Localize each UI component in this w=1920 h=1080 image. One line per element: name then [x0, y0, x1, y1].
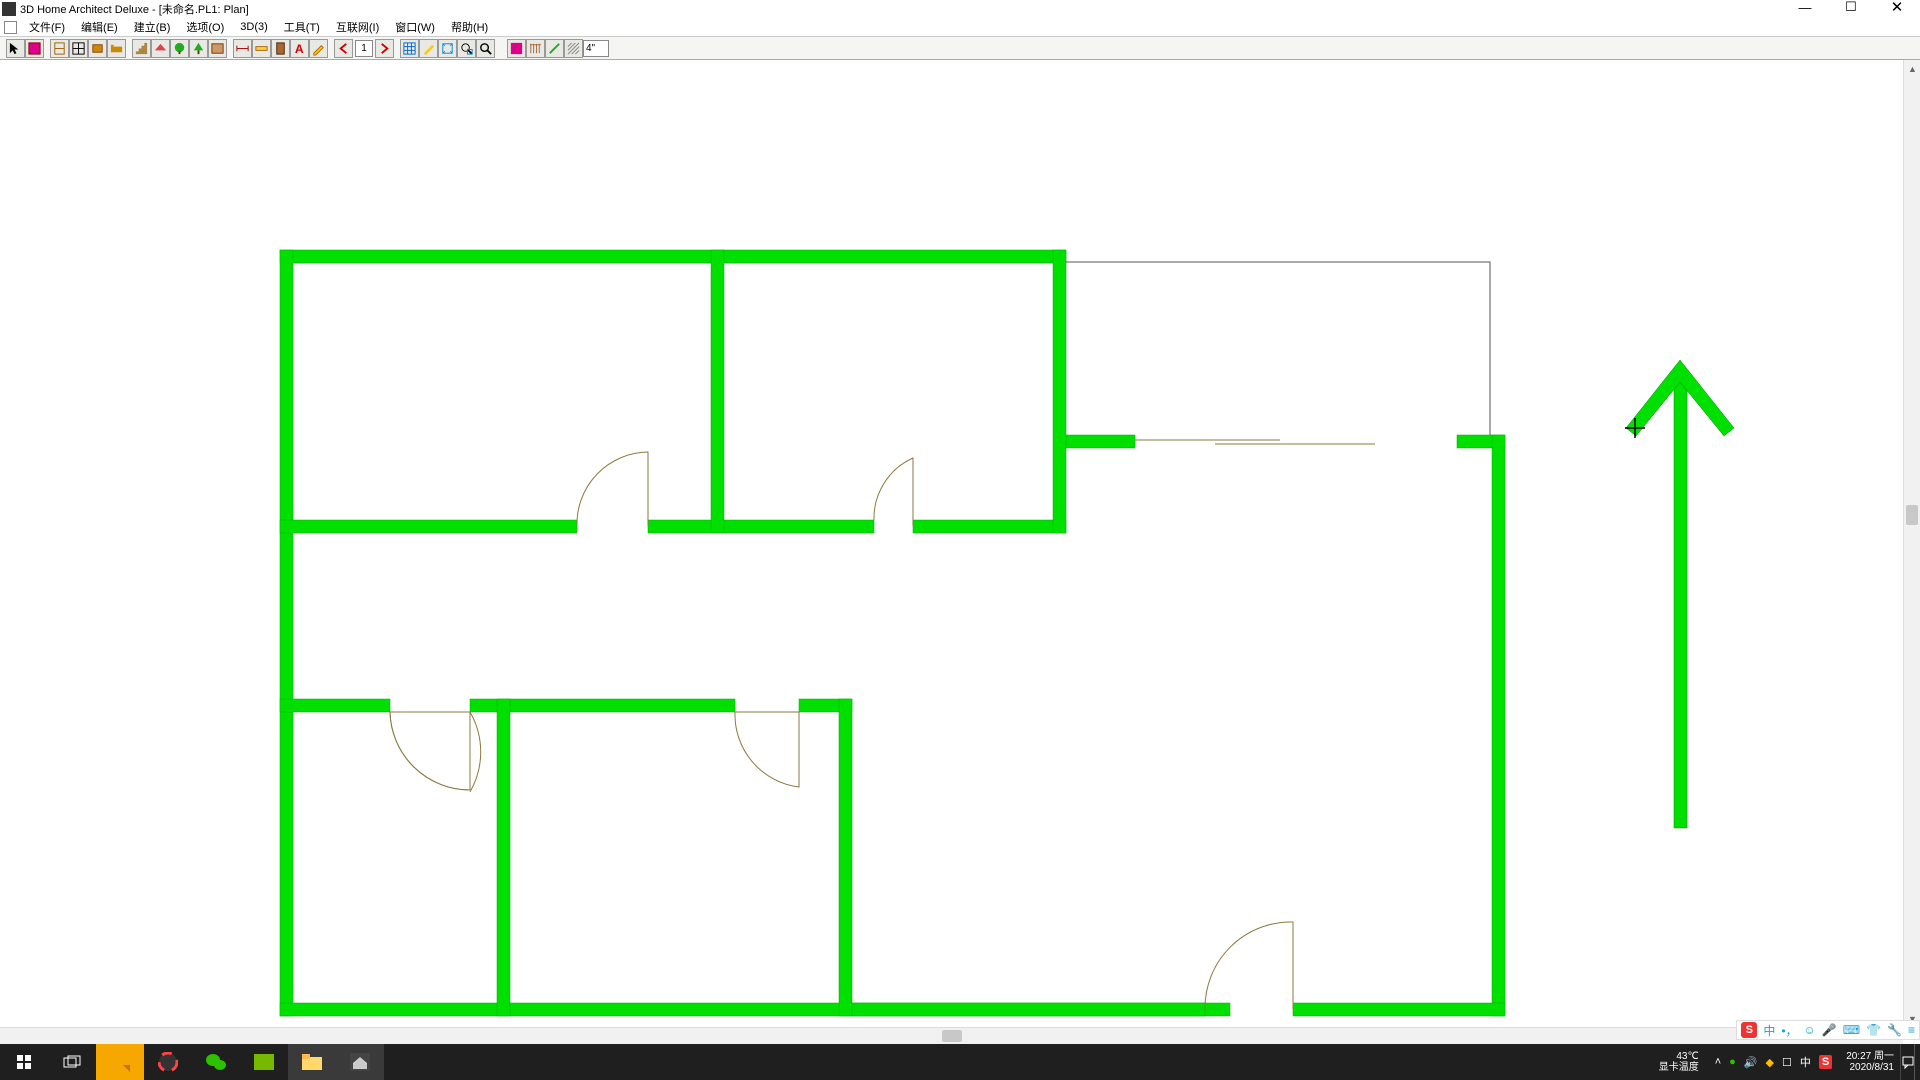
window-controls: — ☐ ✕: [1782, 0, 1920, 16]
roof-tool-icon[interactable]: [151, 39, 170, 58]
pencil-tool-icon[interactable]: [309, 39, 328, 58]
text-tool-icon[interactable]: A: [290, 39, 309, 58]
taskbar-clock[interactable]: 20:27 周一 2020/8/31: [1840, 1051, 1900, 1073]
taskbar-app-wechat[interactable]: [192, 1044, 240, 1080]
tray-volume-icon[interactable]: 🔊: [1744, 1056, 1758, 1069]
maximize-button[interactable]: ☐: [1828, 0, 1874, 16]
menu-build[interactable]: 建立(B): [126, 18, 179, 36]
dimension-tool-icon[interactable]: [233, 39, 252, 58]
floor-plan: [0, 60, 1903, 1020]
menu-help[interactable]: 帮助(H): [443, 18, 496, 36]
window-tool-icon[interactable]: [69, 39, 88, 58]
taskbar: 43℃ 显卡温度 ˄ ● 🔊 ◆ ☐ 中 S 20:27 周一 2020/8/3…: [0, 1044, 1920, 1080]
notification-button[interactable]: [1900, 1044, 1914, 1080]
tray-wechat-icon[interactable]: ●: [1729, 1056, 1736, 1068]
ime-menu-icon[interactable]: ≡: [1908, 1023, 1915, 1037]
vertical-scrollbar[interactable]: ▲ ▼: [1903, 60, 1920, 1027]
temp-label: 显卡温度: [1659, 1062, 1699, 1073]
taskbar-app-browser[interactable]: [144, 1044, 192, 1080]
door-library-icon[interactable]: [271, 39, 290, 58]
titlebar: 3D Home Architect Deluxe - [未命名.PL1: Pla…: [0, 0, 1920, 18]
taskbar-app-explorer[interactable]: [288, 1044, 336, 1080]
next-arrow-icon[interactable]: [375, 39, 394, 58]
toolbar: A: [0, 36, 1920, 60]
minimize-button[interactable]: —: [1782, 0, 1828, 16]
menu-3d[interactable]: 3D(3): [232, 20, 276, 34]
zoom-window-icon[interactable]: [457, 39, 476, 58]
document-icon: [4, 21, 17, 34]
menu-file[interactable]: 文件(F): [21, 18, 73, 36]
line-tool-icon[interactable]: [545, 39, 564, 58]
menu-edit[interactable]: 编辑(E): [73, 18, 126, 36]
railing-tool-icon[interactable]: [526, 39, 545, 58]
menu-tools[interactable]: 工具(T): [276, 18, 328, 36]
tray-sogou-icon[interactable]: S: [1819, 1055, 1832, 1069]
ime-punct-icon[interactable]: •，: [1781, 1022, 1797, 1039]
vscroll-thumb[interactable]: [1906, 505, 1918, 525]
ime-emoji-icon[interactable]: ☺: [1804, 1023, 1816, 1037]
terrain-tool-icon[interactable]: [208, 39, 227, 58]
hscroll-thumb[interactable]: [942, 1030, 962, 1042]
app-icon: [2, 2, 16, 16]
zoom-extents-icon[interactable]: [438, 39, 457, 58]
prev-arrow-icon[interactable]: [334, 39, 353, 58]
show-desktop-button[interactable]: [1914, 1044, 1920, 1080]
sogou-icon[interactable]: S: [1741, 1022, 1757, 1038]
floor-input[interactable]: [355, 40, 373, 57]
cabinet-tool-icon[interactable]: [88, 39, 107, 58]
taskview-button[interactable]: [48, 1044, 96, 1080]
ime-mic-icon[interactable]: 🎤: [1822, 1023, 1837, 1037]
ruler-tool-icon[interactable]: [252, 39, 271, 58]
edit-tool-icon[interactable]: [419, 39, 438, 58]
taskbar-app-3dhome[interactable]: [336, 1044, 384, 1080]
tray-lang-icon[interactable]: 中: [1800, 1054, 1811, 1070]
ime-bar[interactable]: S 中 •， ☺ 🎤 ⌨ 👕 🔧 ≡: [1736, 1020, 1920, 1040]
door-tool-icon[interactable]: [50, 39, 69, 58]
svg-text:A: A: [295, 42, 304, 56]
ime-tool-icon[interactable]: 🔧: [1887, 1023, 1902, 1037]
ime-keyboard-icon[interactable]: ⌨: [1843, 1023, 1860, 1037]
taskbar-app-nvidia[interactable]: [240, 1044, 288, 1080]
tray-ime1-icon[interactable]: ☐: [1782, 1056, 1792, 1069]
start-button[interactable]: [0, 1044, 48, 1080]
close-button[interactable]: ✕: [1874, 0, 1920, 16]
menu-options[interactable]: 选项(O): [178, 18, 232, 36]
ime-lang-label[interactable]: 中: [1763, 1022, 1775, 1039]
ime-skin-icon[interactable]: 👕: [1866, 1023, 1881, 1037]
canvas[interactable]: ▲ ▼: [0, 60, 1920, 1044]
grid-tool-icon[interactable]: [400, 39, 419, 58]
size-input[interactable]: [583, 40, 609, 57]
menu-internet[interactable]: 互联网(I): [328, 18, 387, 36]
horizontal-scrollbar[interactable]: [0, 1027, 1903, 1044]
select-tool-icon[interactable]: [6, 39, 25, 58]
wall-tool-icon[interactable]: [25, 39, 44, 58]
system-tray: ˄ ● 🔊 ◆ ☐ 中 S: [1707, 1054, 1840, 1070]
window-title: 3D Home Architect Deluxe - [未命名.PL1: Pla…: [20, 1, 249, 17]
zoom-tool-icon[interactable]: [476, 39, 495, 58]
menu-window[interactable]: 窗口(W): [387, 18, 443, 36]
taskbar-temp[interactable]: 43℃ 显卡温度: [1651, 1051, 1707, 1073]
vscroll-up-icon[interactable]: ▲: [1904, 60, 1920, 77]
tree-tool-icon[interactable]: [189, 39, 208, 58]
temp-value: 43℃: [1659, 1051, 1699, 1062]
clock-date: 2020/8/31: [1846, 1062, 1894, 1073]
menubar: 文件(F) 编辑(E) 建立(B) 选项(O) 3D(3) 工具(T) 互联网(…: [0, 18, 1920, 36]
wall-mode-icon[interactable]: [507, 39, 526, 58]
plant-tool-icon[interactable]: [170, 39, 189, 58]
hatch-tool-icon[interactable]: [564, 39, 583, 58]
furniture-tool-icon[interactable]: [107, 39, 126, 58]
taskbar-app-notes[interactable]: [96, 1044, 144, 1080]
tray-chevron-icon[interactable]: ˄: [1715, 1056, 1721, 1068]
clock-time: 20:27 周一: [1846, 1051, 1894, 1062]
tray-security-icon[interactable]: ◆: [1766, 1056, 1774, 1069]
stair-tool-icon[interactable]: [132, 39, 151, 58]
